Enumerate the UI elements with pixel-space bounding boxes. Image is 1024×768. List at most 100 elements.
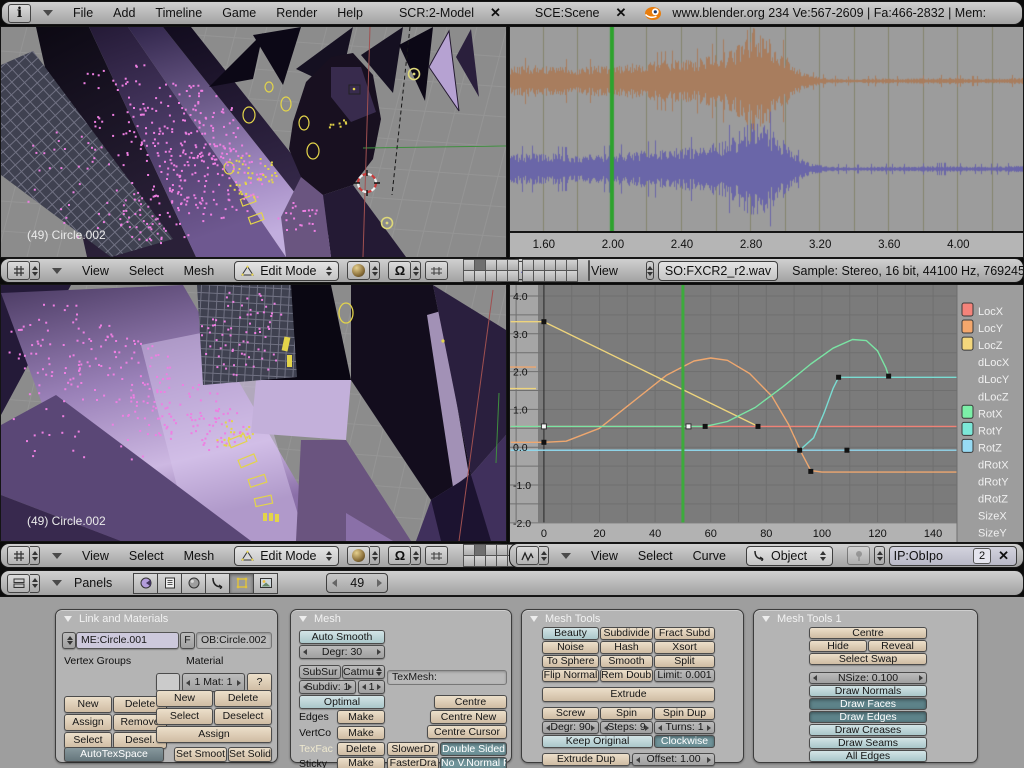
menu-add[interactable]: Add [103, 6, 145, 20]
button-set-solid[interactable]: Set Solid [228, 747, 272, 762]
button-delete[interactable]: Delete [337, 742, 385, 756]
ipo-channel-LocY[interactable]: LocY [978, 323, 1004, 335]
ipo-channel-dLocZ[interactable]: dLocZ [978, 391, 1009, 403]
button-deselect[interactable]: Deselect [214, 708, 272, 725]
button-extrude-dup[interactable]: Extrude Dup [542, 753, 630, 766]
pin-icon[interactable] [847, 546, 870, 565]
button-set-smoot[interactable]: Set Smoot [174, 747, 227, 762]
ipo-channel-SizeY[interactable]: SizeY [978, 528, 1007, 540]
button-ud[interactable] [62, 632, 76, 649]
button-me-circle-001[interactable]: ME:Circle.001 [76, 632, 179, 649]
button-slowerdr[interactable]: SlowerDr [387, 742, 439, 756]
ipo-channel-RotZ[interactable]: RotZ [978, 442, 1002, 454]
button-select[interactable]: Select [156, 708, 213, 725]
button-select-swap[interactable]: Select Swap [809, 653, 927, 665]
menu-curve[interactable]: Curve [683, 549, 736, 563]
scene-buttons-icon[interactable] [253, 573, 278, 594]
header-collapse-icon[interactable] [52, 268, 62, 274]
button-degr-90[interactable]: Degr: 90 [542, 721, 599, 734]
button-make[interactable]: Make [337, 757, 385, 768]
curve-key[interactable] [797, 448, 802, 453]
ipo-datablock-field[interactable]: IP:ObIpo 2 ✕ [889, 546, 1017, 566]
button-smooth[interactable]: Smooth [600, 655, 653, 668]
ipo-curve-editor[interactable]: 0204060801001201404.03.02.01.00.0-1.0-2.… [510, 285, 1023, 542]
channel-swatch-RotY[interactable] [962, 422, 973, 435]
panel-collapse-icon[interactable] [762, 616, 770, 622]
curve-key[interactable] [541, 424, 546, 429]
panel-collapse-icon[interactable] [64, 616, 72, 622]
button-to-sphere[interactable]: To Sphere [542, 655, 599, 668]
button-optimal[interactable]: Optimal [299, 695, 385, 709]
ipo-type-dropdown[interactable]: Object [746, 546, 833, 566]
button-centre-new[interactable]: Centre New [430, 710, 507, 724]
curve-key[interactable] [844, 448, 849, 453]
ipo-channel-dRotZ[interactable]: dRotZ [978, 494, 1008, 506]
button-subdiv-1[interactable]: Subdiv: 1 [299, 680, 356, 694]
curve-key[interactable] [686, 424, 691, 429]
shading-buttons-icon[interactable] [181, 573, 206, 594]
ipo-channel-RotX[interactable]: RotX [978, 408, 1003, 420]
curve-key[interactable] [541, 319, 546, 324]
button-clockwise[interactable]: Clockwise [654, 735, 715, 748]
button-make[interactable]: Make [337, 710, 385, 724]
ipo-channel-dLocY[interactable]: dLocY [978, 374, 1010, 386]
button-centre-cursor[interactable]: Centre Cursor [427, 725, 507, 739]
button-limit-0-001[interactable]: Limit: 0.001 [654, 669, 715, 682]
ipo-channel-LocX[interactable]: LocX [978, 306, 1004, 318]
scene-close-icon[interactable]: ✕ [616, 5, 627, 21]
menu-view[interactable]: View [581, 549, 628, 563]
button-hide[interactable]: Hide [809, 640, 867, 652]
layer-cell[interactable] [507, 270, 519, 282]
current-frame-line[interactable] [681, 285, 684, 523]
editor-type-button[interactable] [7, 574, 40, 593]
logic-buttons-icon[interactable] [133, 573, 158, 594]
curve-key[interactable] [703, 424, 708, 429]
ipo-channel-dRotX[interactable]: dRotX [978, 459, 1009, 471]
button-no-v-normal-fl[interactable]: No V.Normal Fl [440, 757, 507, 768]
button-1[interactable]: 1 [358, 680, 385, 694]
button-screw[interactable]: Screw [542, 707, 599, 720]
button-steps-9[interactable]: Steps: 9 [600, 721, 653, 734]
button-degr-30[interactable]: Degr: 30 [299, 645, 385, 659]
curve-key[interactable] [755, 424, 760, 429]
button-beauty[interactable]: Beauty [542, 627, 599, 640]
menu-view[interactable]: View [72, 549, 119, 563]
panel-collapse-icon[interactable] [299, 616, 307, 622]
mode-dropdown[interactable]: Edit Mode [234, 546, 339, 566]
sound-datablock[interactable]: SO:FXCR2_r2.wav [658, 261, 778, 281]
menu-render[interactable]: Render [266, 6, 327, 20]
menu-select[interactable]: Select [119, 549, 174, 563]
button-fasterdra[interactable]: FasterDra [387, 757, 439, 768]
frame-number[interactable]: 49 [350, 576, 364, 590]
channel-swatch-LocX[interactable] [962, 303, 973, 316]
menu-select[interactable]: Select [119, 264, 174, 278]
button-fract-subd[interactable]: Fract Subd [654, 627, 715, 640]
header-collapse-icon[interactable] [52, 553, 62, 559]
menu-view[interactable]: View [72, 264, 119, 278]
button-spin-dup[interactable]: Spin Dup [654, 707, 715, 720]
viewport-3d-bottom[interactable]: (49) Circle.002 [1, 285, 506, 541]
curve-key[interactable] [808, 469, 813, 474]
screen-close-icon[interactable]: ✕ [490, 5, 501, 21]
button-new[interactable]: New [156, 690, 213, 707]
menu-timeline[interactable]: Timeline [145, 6, 212, 20]
proportional-edit-button[interactable]: Ω [388, 546, 421, 565]
button-all-edges[interactable]: All Edges [809, 750, 927, 762]
header-collapse-icon[interactable] [52, 580, 62, 586]
ipo-channel-LocZ[interactable]: LocZ [978, 340, 1003, 352]
button-assign[interactable]: Assign [156, 726, 272, 743]
viewport-3d-top[interactable]: (49) Circle.002 [1, 27, 506, 257]
editor-type-button[interactable] [7, 546, 40, 565]
header-collapse-icon[interactable] [561, 553, 571, 559]
button-assign[interactable]: Assign [64, 714, 112, 731]
scene-selector[interactable]: SCE:Scene [535, 6, 600, 20]
curve-key[interactable] [886, 374, 891, 379]
button-make[interactable]: Make [337, 726, 385, 740]
menu-file[interactable]: File [63, 6, 103, 20]
button-texmesh[interactable]: TexMesh: [387, 670, 507, 685]
app-menu-icon[interactable]: i [8, 4, 31, 23]
button-flip-normal[interactable]: Flip Normal [542, 669, 599, 682]
button-ob-circle-002[interactable]: OB:Circle.002 [196, 632, 272, 649]
editing-buttons-icon[interactable] [229, 573, 254, 594]
menu-mesh[interactable]: Mesh [174, 549, 225, 563]
